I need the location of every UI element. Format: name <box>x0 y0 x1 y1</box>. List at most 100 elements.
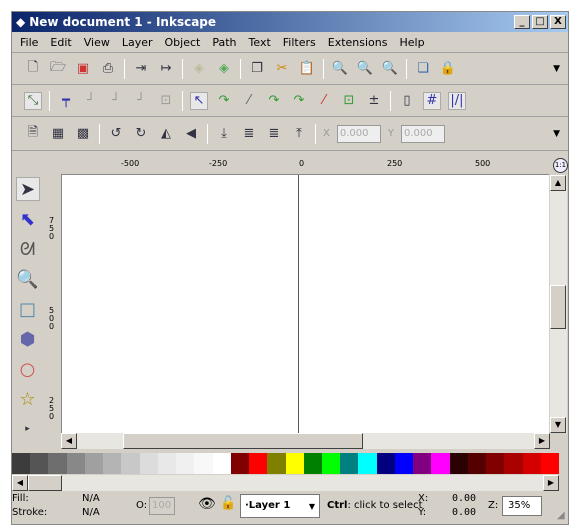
palette-swatch[interactable] <box>139 453 158 474</box>
close-button[interactable]: X <box>550 15 566 29</box>
menu-text[interactable]: Text <box>249 36 271 49</box>
palette-swatch[interactable] <box>376 453 395 474</box>
undo-icon[interactable]: ◈ <box>190 60 208 78</box>
overflow-arrow-icon[interactable]: ▼ <box>553 129 560 139</box>
y-input[interactable]: 0.000 <box>400 124 445 143</box>
palette-swatch[interactable] <box>230 453 250 474</box>
zoom-page-icon[interactable]: 🔍 <box>381 60 399 78</box>
menu-file[interactable]: File <box>20 36 38 49</box>
palette-swatch[interactable] <box>358 453 377 474</box>
snap-bbox-corner-icon[interactable]: ┘ <box>132 92 150 110</box>
more-tools-arrow-icon[interactable]: ▸ <box>16 417 40 441</box>
palette-swatch[interactable] <box>449 453 468 474</box>
palette-swatch[interactable] <box>321 453 341 474</box>
new-document-icon[interactable]: 🗋 <box>24 60 42 78</box>
selector-tool-icon[interactable]: ➤ <box>15 177 40 201</box>
lower-icon[interactable]: ≣ <box>240 125 258 143</box>
snap-path-curve-icon[interactable]: ↷ <box>215 92 233 110</box>
guide-line[interactable] <box>298 175 299 433</box>
palette-swatch[interactable] <box>249 453 268 474</box>
palette-swatch[interactable] <box>121 453 140 474</box>
zoom-drawing-icon[interactable]: 🔍 <box>356 60 374 78</box>
menu-edit[interactable]: Edit <box>50 36 71 49</box>
palette-swatch[interactable] <box>12 453 31 474</box>
palette-swatch[interactable] <box>194 453 213 474</box>
lock-icon[interactable]: 🔒 <box>439 60 457 78</box>
palette-scroll-left[interactable]: ◀ <box>12 475 28 491</box>
3d-box-tool-icon[interactable]: ⬢ <box>16 327 40 351</box>
snap-guide-icon[interactable]: |/| <box>448 91 466 110</box>
snap-nodes-icon[interactable]: ┯ <box>57 92 75 110</box>
horizontal-ruler[interactable]: -500 -250 0 250 500 1:1 <box>61 158 568 175</box>
x-input[interactable]: 0.000 <box>336 124 381 143</box>
horizontal-scroll-thumb[interactable] <box>123 433 363 449</box>
menu-path[interactable]: Path <box>212 36 236 49</box>
snap-cusp-node-icon[interactable]: ↷ <box>290 92 308 110</box>
palette-swatch[interactable] <box>30 453 49 474</box>
save-icon[interactable]: ▣ <box>74 60 92 78</box>
palette-swatch[interactable] <box>340 453 359 474</box>
zoom-input[interactable]: 35% <box>502 496 542 516</box>
snap-smooth-node-icon[interactable]: ↷ <box>265 92 283 110</box>
zoom-selection-icon[interactable]: 🔍 <box>331 60 349 78</box>
palette-swatch[interactable] <box>267 453 286 474</box>
palette-swatch[interactable] <box>176 453 195 474</box>
scroll-right-button[interactable]: ▶ <box>534 433 550 449</box>
drawing-canvas[interactable] <box>61 175 549 433</box>
palette-scrollbar[interactable]: ◀ ▶ <box>12 475 559 491</box>
overflow-arrow-icon[interactable]: ▼ <box>553 64 560 74</box>
snap-toggle-icon[interactable]: ⤡ <box>24 91 42 110</box>
scroll-up-button[interactable]: ▲ <box>550 175 566 191</box>
copy-icon[interactable]: ❐ <box>248 60 266 78</box>
minimize-button[interactable]: _ <box>514 15 530 29</box>
export-icon[interactable]: ↦ <box>157 60 175 78</box>
snap-bbox-edge-icon[interactable]: ┘ <box>107 92 125 110</box>
node-tool-icon[interactable]: ⬉ <box>16 207 40 231</box>
palette-swatch[interactable] <box>413 453 432 474</box>
ellipse-tool-icon[interactable]: ○ <box>16 357 40 381</box>
print-icon[interactable]: ⎙ <box>99 60 117 78</box>
snap-bbox-mid-icon[interactable]: ⊡ <box>157 92 175 110</box>
rectangle-tool-icon[interactable]: □ <box>16 297 40 321</box>
palette-swatch[interactable] <box>486 453 505 474</box>
flip-vertical-icon[interactable]: ◀ <box>182 125 200 143</box>
vertical-scrollbar[interactable]: ▲ ▼ <box>550 175 567 433</box>
menu-filters[interactable]: Filters <box>283 36 316 49</box>
palette-swatch[interactable] <box>48 453 67 474</box>
rotate-ccw-icon[interactable]: ↺ <box>107 125 125 143</box>
menu-extensions[interactable]: Extensions <box>328 36 388 49</box>
palette-swatch[interactable] <box>431 453 450 474</box>
flip-horizontal-icon[interactable]: ◭ <box>157 125 175 143</box>
redo-icon[interactable]: ◈ <box>215 60 233 78</box>
opacity-input[interactable]: 100 <box>149 497 175 515</box>
invert-selection-icon[interactable]: ▩ <box>74 125 92 143</box>
palette-swatch[interactable] <box>394 453 414 474</box>
palette-swatch[interactable] <box>467 453 487 474</box>
palette-swatch[interactable] <box>66 453 85 474</box>
import-icon[interactable]: ⇥ <box>132 60 150 78</box>
tweak-tool-icon[interactable]: ᘛ <box>16 237 40 261</box>
star-tool-icon[interactable]: ☆ <box>16 387 40 411</box>
lower-bottom-icon[interactable]: ⤓ <box>215 125 233 143</box>
palette-swatch[interactable] <box>285 453 304 474</box>
menu-object[interactable]: Object <box>165 36 201 49</box>
snap-midpoint-icon[interactable]: ⁄ <box>315 92 333 110</box>
snap-path-icon[interactable]: ↖ <box>190 91 208 110</box>
palette-scroll-thumb[interactable] <box>28 475 62 491</box>
palette-swatch[interactable] <box>212 453 231 474</box>
palette-scroll-right[interactable]: ▶ <box>543 475 559 491</box>
raise-icon[interactable]: ≣ <box>265 125 283 143</box>
snap-grid-icon[interactable]: # <box>423 91 441 110</box>
palette-swatch[interactable] <box>157 453 177 474</box>
zoom-tool-icon[interactable]: 🔍 <box>16 267 40 291</box>
select-all-layers-icon[interactable]: ▦ <box>49 125 67 143</box>
raise-top-icon[interactable]: ⤒ <box>290 125 308 143</box>
vertical-ruler[interactable]: 750 500 250 <box>43 175 61 433</box>
scroll-left-button[interactable]: ◀ <box>61 433 77 449</box>
paste-icon[interactable]: 📋 <box>298 60 316 78</box>
vertical-scroll-thumb[interactable] <box>550 285 566 329</box>
palette-swatch[interactable] <box>540 453 560 474</box>
stroke-value[interactable]: N/A <box>82 507 100 518</box>
scroll-down-button[interactable]: ▼ <box>550 417 566 433</box>
menu-layer[interactable]: Layer <box>122 36 153 49</box>
